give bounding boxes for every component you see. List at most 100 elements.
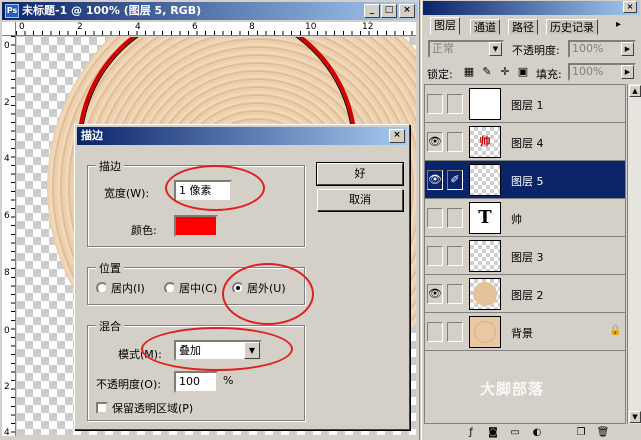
lock-pixels-icon[interactable]: ✎ bbox=[480, 65, 494, 79]
fill-field[interactable]: 100% ▶ bbox=[568, 63, 636, 81]
ruler-label: 2 bbox=[4, 98, 10, 108]
fill-value: 100% bbox=[572, 65, 604, 78]
cancel-button[interactable]: 取消 bbox=[317, 189, 403, 211]
visibility-toggle[interactable] bbox=[427, 322, 443, 342]
text-layer-icon: T bbox=[469, 202, 501, 234]
palette-bottom-bar: ƒ ◙ ▭ ◐ ❐ 🗑 bbox=[424, 424, 640, 440]
lock-transparency-icon[interactable]: ▦ bbox=[462, 65, 476, 79]
dropdown-arrow-icon[interactable]: ▶ bbox=[621, 65, 634, 79]
trash-icon[interactable]: 🗑 bbox=[596, 426, 610, 439]
vertical-ruler[interactable]: 0 2 4 6 8 0 2 4 bbox=[2, 36, 16, 436]
tab-channels[interactable]: 通道 bbox=[470, 19, 500, 35]
ruler-label: 6 bbox=[4, 211, 10, 221]
link-toggle[interactable] bbox=[447, 94, 463, 114]
radio-outside-dot bbox=[232, 282, 244, 294]
dialog-close-button[interactable]: × bbox=[389, 129, 405, 143]
ruler-label: 0 bbox=[19, 22, 25, 32]
location-group: 位置 居内(I) 居中(C) 居外(U) bbox=[87, 260, 305, 305]
visibility-toggle[interactable] bbox=[427, 94, 443, 114]
lock-position-icon[interactable]: ✛ bbox=[498, 65, 512, 79]
ruler-label: 12 bbox=[362, 22, 374, 32]
ok-button[interactable]: 好 bbox=[316, 162, 404, 186]
layer-row-5[interactable]: 👁 ✐ 图层 5 bbox=[425, 161, 625, 199]
layer-name: 图层 1 bbox=[511, 99, 544, 112]
radio-outside[interactable]: 居外(U) bbox=[232, 280, 286, 296]
layer-name: 图层 5 bbox=[511, 175, 544, 188]
preserve-transparency-checkbox[interactable]: 保留透明区域(P) bbox=[96, 400, 193, 416]
dialog-titlebar[interactable]: 描边 × bbox=[77, 127, 407, 145]
dialog-title: 描边 bbox=[81, 129, 103, 142]
link-toggle[interactable] bbox=[447, 246, 463, 266]
tab-paths[interactable]: 路径 bbox=[508, 19, 538, 35]
layer-opacity-field[interactable]: 100% ▶ bbox=[568, 40, 636, 58]
layer-row-3[interactable]: 图层 3 bbox=[425, 237, 625, 275]
palette-titlebar[interactable]: × bbox=[423, 1, 640, 15]
document-titlebar[interactable]: Ps 未标题-1 @ 100% (图层 5, RGB) _ □ × bbox=[2, 2, 418, 20]
layer-scrollbar[interactable]: ▲ ▼ bbox=[627, 84, 641, 424]
adjustment-layer-icon[interactable]: ◐ bbox=[530, 426, 544, 439]
layer-thumbnail bbox=[469, 164, 501, 196]
fill-label: 填充: bbox=[536, 68, 562, 81]
lock-all-icon[interactable]: ▣ bbox=[516, 65, 530, 79]
color-swatch[interactable] bbox=[174, 215, 218, 237]
ruler-label: 2 bbox=[4, 382, 10, 392]
brush-icon[interactable]: ✐ bbox=[447, 170, 463, 190]
ruler-ticks bbox=[16, 31, 416, 35]
visibility-toggle[interactable] bbox=[427, 208, 443, 228]
eye-icon[interactable]: 👁 bbox=[427, 284, 443, 304]
maximize-button[interactable]: □ bbox=[381, 4, 397, 18]
radio-center[interactable]: 居中(C) bbox=[164, 280, 217, 296]
blending-group-label: 混合 bbox=[96, 318, 124, 334]
link-toggle[interactable] bbox=[447, 208, 463, 228]
palette-tabs: 图层 通道 路径 历史记录 ▸ bbox=[424, 17, 638, 35]
width-input[interactable]: 1 像素 bbox=[174, 180, 232, 202]
tab-history[interactable]: 历史记录 bbox=[546, 19, 598, 35]
layer-row-1[interactable]: 图层 1 bbox=[425, 85, 625, 123]
layer-row-background[interactable]: 背景 🔒 bbox=[425, 313, 625, 351]
ruler-corner[interactable] bbox=[2, 22, 16, 36]
layer-thumbnail bbox=[469, 88, 501, 120]
preserve-transparency-label: 保留透明区域(P) bbox=[112, 402, 194, 415]
radio-center-dot bbox=[164, 282, 176, 294]
layer-set-icon[interactable]: ▭ bbox=[508, 426, 522, 439]
opacity-input[interactable]: 100 bbox=[174, 371, 218, 393]
horizontal-ruler[interactable]: 0 2 4 6 8 10 12 bbox=[16, 22, 416, 36]
opacity-label: 不透明度(O): bbox=[96, 378, 161, 391]
new-layer-icon[interactable]: ❐ bbox=[574, 426, 588, 439]
palette-menu-icon[interactable]: ▸ bbox=[616, 19, 621, 30]
radio-outside-label: 居外(U) bbox=[247, 282, 286, 295]
minimize-button[interactable]: _ bbox=[364, 4, 380, 18]
layer-row-text[interactable]: T 帅 bbox=[425, 199, 625, 237]
stroke-group: 描边 宽度(W): 1 像素 颜色: bbox=[87, 158, 305, 247]
close-button[interactable]: × bbox=[399, 4, 415, 18]
layer-row-2[interactable]: 👁 图层 2 bbox=[425, 275, 625, 313]
radio-inside[interactable]: 居内(I) bbox=[96, 280, 145, 296]
dropdown-arrow-icon[interactable]: ▼ bbox=[489, 42, 502, 56]
visibility-toggle[interactable] bbox=[427, 246, 443, 266]
dropdown-arrow-icon[interactable]: ▶ bbox=[621, 42, 634, 56]
blend-mode-select[interactable]: 正常 ▼ bbox=[428, 40, 504, 58]
scroll-down-icon[interactable]: ▼ bbox=[629, 411, 641, 423]
ruler-label: 4 bbox=[135, 22, 141, 32]
dropdown-arrow-icon[interactable]: ▼ bbox=[244, 342, 260, 359]
mode-select[interactable]: 叠加 ▼ bbox=[174, 340, 262, 361]
layer-row-4[interactable]: 👁 帅 图层 4 bbox=[425, 123, 625, 161]
layer-style-icon[interactable]: ƒ bbox=[464, 426, 478, 439]
mode-label: 模式(M): bbox=[118, 348, 162, 361]
scroll-up-icon[interactable]: ▲ bbox=[629, 85, 641, 97]
tab-layers[interactable]: 图层 bbox=[430, 17, 460, 35]
ruler-label: 4 bbox=[4, 154, 10, 164]
wood-ring-thumb bbox=[474, 321, 496, 343]
layer-mask-icon[interactable]: ◙ bbox=[486, 426, 500, 439]
eye-icon[interactable]: 👁 bbox=[427, 132, 443, 152]
palette-close-button[interactable]: × bbox=[623, 1, 637, 13]
link-toggle[interactable] bbox=[447, 132, 463, 152]
link-toggle[interactable] bbox=[447, 322, 463, 342]
blend-mode-value: 正常 bbox=[432, 42, 454, 55]
stroke-dialog: 描边 × 描边 宽度(W): 1 像素 颜色: 位置 居内(I) 居中(C) 居… bbox=[74, 124, 410, 430]
checkbox-box bbox=[96, 402, 108, 414]
watermark-text: 大脚部落 bbox=[480, 380, 545, 398]
layer-opacity-value: 100% bbox=[572, 42, 604, 55]
link-toggle[interactable] bbox=[447, 284, 463, 304]
eye-icon[interactable]: 👁 bbox=[427, 170, 443, 190]
